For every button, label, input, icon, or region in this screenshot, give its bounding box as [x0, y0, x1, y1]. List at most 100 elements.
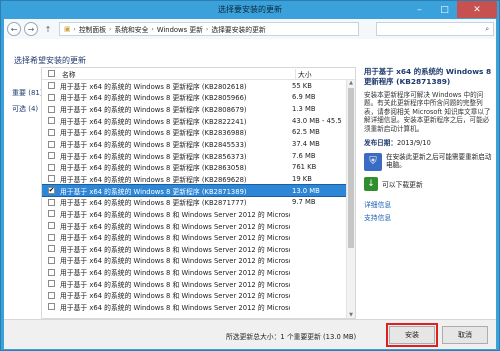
- row-checkbox[interactable]: [48, 256, 55, 264]
- filter-optional[interactable]: 可选 (4): [12, 104, 38, 114]
- search-icon[interactable]: ⌕: [485, 25, 489, 34]
- cancel-button[interactable]: 取消: [442, 326, 488, 344]
- table-row[interactable]: 用于基于 x64 的系统的 Windows 8 更新程序 (KB2845533)…: [42, 138, 355, 150]
- table-row[interactable]: 用于基于 x64 的系统的 Windows 8 和 Windows Server…: [42, 266, 355, 278]
- row-checkbox[interactable]: [48, 175, 55, 183]
- download-icon: ↓: [364, 177, 378, 192]
- update-name: 用于基于 x64 的系统的 Windows 8 更新程序 (KB2836988): [60, 129, 247, 138]
- update-name: 用于基于 x64 的系统的 Windows 8 更新程序 (KB2845533): [60, 141, 247, 150]
- column-name[interactable]: 名称: [60, 69, 295, 79]
- row-checkbox[interactable]: [48, 93, 55, 101]
- row-checkbox[interactable]: [48, 163, 55, 171]
- table-row[interactable]: 用于基于 x64 的系统的 Windows 8 更新程序 (KB2802618)…: [42, 80, 355, 92]
- page-heading: 选择希望安装的更新: [14, 56, 86, 65]
- table-row[interactable]: 用于基于 x64 的系统的 Windows 8 和 Windows Server…: [42, 220, 355, 232]
- update-name: 用于基于 x64 的系统的 Windows 8 和 Windows Server…: [60, 245, 290, 254]
- table-row[interactable]: 用于基于 x64 的系统的 Windows 8 更新程序 (KB2808679)…: [42, 103, 355, 115]
- table-row[interactable]: 用于基于 x64 的系统的 Windows 8 更新程序 (KB2805966)…: [42, 92, 355, 104]
- update-size: 9.7 MB: [292, 198, 316, 207]
- breadcrumb-item[interactable]: Windows 更新: [157, 24, 203, 34]
- update-name: 用于基于 x64 的系统的 Windows 8 更新程序 (KB2863058): [60, 164, 247, 173]
- breadcrumb-item[interactable]: 系统和安全: [114, 24, 148, 34]
- install-button[interactable]: 安装: [386, 323, 438, 347]
- row-checkbox[interactable]: [48, 291, 55, 299]
- minimize-button[interactable]: –: [407, 1, 432, 18]
- update-name: 用于基于 x64 的系统的 Windows 8 和 Windows Server…: [60, 222, 290, 231]
- breadcrumb-item[interactable]: 选择要安装的更新: [211, 24, 265, 34]
- update-size: 19 KB: [292, 174, 312, 183]
- main-content: 选择希望安装的更新 重要 (81) 可选 (4) 名称 大小 用于基于 x64 …: [4, 39, 496, 319]
- details-restart-text: 可以下载更新: [382, 181, 423, 190]
- table-row[interactable]: ✔ 用于基于 x64 的系统的 Windows 8 更新程序 (KB2871389…: [42, 183, 355, 198]
- details-link[interactable]: 详细信息: [364, 199, 492, 209]
- table-row[interactable]: 用于基于 x64 的系统的 Windows 8 更新程序 (KB2836988)…: [42, 127, 355, 139]
- row-checkbox[interactable]: [48, 140, 55, 148]
- window-controls: – □ ✕: [407, 1, 497, 18]
- maximize-button[interactable]: □: [432, 1, 457, 18]
- table-row[interactable]: 用于基于 x64 的系统的 Windows 8 和 Windows Server…: [42, 290, 355, 302]
- table-row[interactable]: 用于基于 x64 的系统的 Windows 8 和 Windows Server…: [42, 255, 355, 267]
- row-checkbox[interactable]: [48, 245, 55, 253]
- row-checkbox[interactable]: ✔: [48, 187, 55, 195]
- row-checkbox[interactable]: [48, 105, 55, 113]
- update-size: 37.4 MB: [292, 140, 320, 149]
- row-checkbox[interactable]: [48, 82, 55, 90]
- row-checkbox[interactable]: [48, 222, 55, 229]
- search-box[interactable]: ⌕: [376, 22, 494, 36]
- search-input[interactable]: [381, 25, 481, 33]
- update-size: 43.0 MB - 45.5 ...: [292, 116, 342, 125]
- folder-icon: ▣: [64, 25, 71, 33]
- details-date-label: 发布日期：: [364, 139, 397, 148]
- update-name: 用于基于 x64 的系统的 Windows 8 更新程序 (KB2871389): [60, 187, 247, 196]
- breadcrumb-item[interactable]: 控制面板: [79, 24, 106, 34]
- table-row[interactable]: 用于基于 x64 的系统的 Windows 8 和 Windows Server…: [42, 278, 355, 290]
- back-button[interactable]: ←: [7, 22, 21, 36]
- details-pane: 用于基于 x64 的系统的 Windows 8 更新程序 (KB2871389)…: [364, 67, 492, 317]
- breadcrumb[interactable]: ▣ › 控制面板 › 系统和安全 › Windows 更新 › 选择要安装的更新: [59, 22, 359, 36]
- scroll-thumb[interactable]: [348, 88, 354, 248]
- column-size[interactable]: 大小: [295, 68, 345, 79]
- update-size: 7.6 MB: [292, 151, 316, 160]
- table-row[interactable]: 用于基于 x64 的系统的 Windows 8 和 Windows Server…: [42, 231, 355, 243]
- table-row[interactable]: 用于基于 x64 的系统的 Windows 8 和 Windows Server…: [42, 301, 355, 313]
- details-description: 安装本更新程序可解决 Windows 中的问题。有关此更新程序中所含问题的完整列…: [364, 91, 491, 133]
- table-row[interactable]: 用于基于 x64 的系统的 Windows 8 更新程序 (KB2871777)…: [42, 196, 355, 208]
- update-name: 用于基于 x64 的系统的 Windows 8 更新程序 (KB2871777): [60, 199, 247, 208]
- row-checkbox[interactable]: [48, 210, 55, 218]
- row-checkbox[interactable]: [48, 117, 55, 125]
- list-scrollbar[interactable]: ▲ ▼: [346, 80, 355, 318]
- table-row[interactable]: 用于基于 x64 的系统的 Windows 8 更新程序 (KB2869628)…: [42, 173, 355, 185]
- update-size: 1.3 MB: [292, 105, 316, 114]
- row-checkbox[interactable]: [48, 268, 55, 276]
- table-row[interactable]: 用于基于 x64 的系统的 Windows 8 更新程序 (KB2822241)…: [42, 115, 355, 127]
- shield-icon: ⛨: [364, 153, 382, 172]
- row-checkbox[interactable]: [48, 303, 55, 311]
- row-checkbox[interactable]: [48, 233, 55, 241]
- update-name: 用于基于 x64 的系统的 Windows 8 更新程序 (KB2869628): [60, 175, 247, 184]
- table-row[interactable]: 用于基于 x64 的系统的 Windows 8 和 Windows Server…: [42, 243, 355, 255]
- selection-summary: 所选更新总大小：1 个重要更新 (13.0 MB): [226, 333, 357, 341]
- update-name: 用于基于 x64 的系统的 Windows 8 更新程序 (KB2822241): [60, 117, 247, 126]
- support-link[interactable]: 支持信息: [364, 212, 492, 222]
- update-name: 用于基于 x64 的系统的 Windows 8 更新程序 (KB2808679): [60, 106, 247, 115]
- forward-button[interactable]: →: [24, 22, 38, 36]
- row-checkbox[interactable]: [48, 152, 55, 160]
- filter-important[interactable]: 重要 (81): [12, 88, 43, 98]
- table-row[interactable]: 用于基于 x64 的系统的 Windows 8 更新程序 (KB2863058)…: [42, 161, 355, 173]
- details-restart: ↓ 可以下载更新: [364, 177, 492, 192]
- update-name: 用于基于 x64 的系统的 Windows 8 和 Windows Server…: [60, 234, 290, 243]
- row-checkbox[interactable]: [48, 198, 55, 206]
- select-all-checkbox[interactable]: [47, 70, 55, 77]
- scroll-up-icon[interactable]: ▲: [347, 80, 355, 86]
- row-checkbox[interactable]: [48, 128, 55, 136]
- update-name: 用于基于 x64 的系统的 Windows 8 和 Windows Server…: [60, 280, 290, 289]
- scroll-down-icon[interactable]: ▼: [347, 312, 355, 318]
- table-row[interactable]: 用于基于 x64 的系统的 Windows 8 和 Windows Server…: [42, 208, 355, 220]
- close-button[interactable]: ✕: [457, 1, 497, 18]
- up-button[interactable]: ↑: [41, 22, 55, 36]
- table-row[interactable]: 用于基于 x64 的系统的 Windows 8 更新程序 (KB2856373)…: [42, 150, 355, 162]
- update-size: 55 KB: [292, 81, 312, 90]
- row-checkbox[interactable]: [48, 280, 55, 288]
- list-rows: 用于基于 x64 的系统的 Windows 8 更新程序 (KB2802618)…: [42, 80, 355, 313]
- footer-bar: 所选更新总大小：1 个重要更新 (13.0 MB) 安装 取消: [4, 319, 496, 349]
